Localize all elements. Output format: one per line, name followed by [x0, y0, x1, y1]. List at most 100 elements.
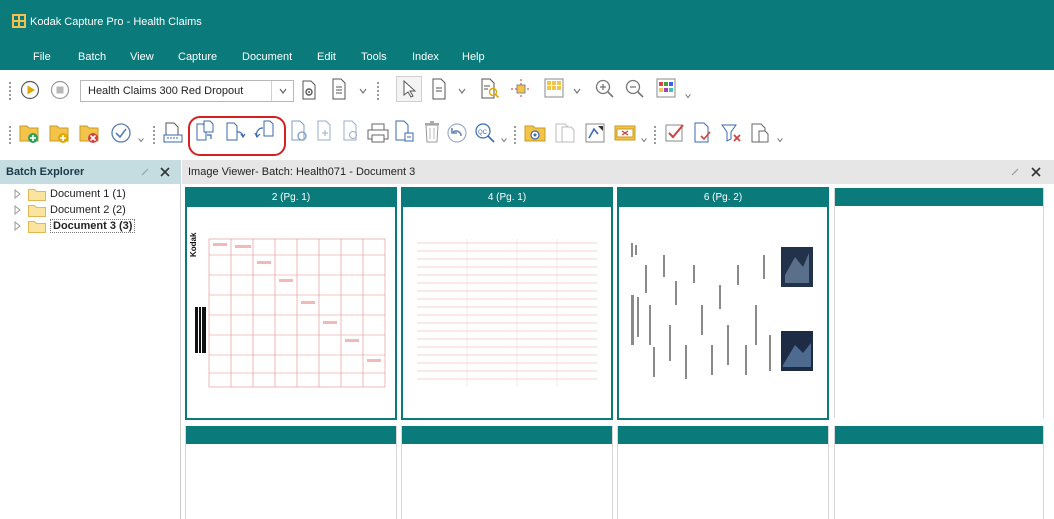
- photo-folder-icon[interactable]: [524, 122, 546, 144]
- menu-index[interactable]: Index: [412, 51, 439, 63]
- trash-icon[interactable]: [422, 120, 442, 144]
- thumbnail-page-2[interactable]: 2 (Pg. 1) Kodak: [185, 187, 397, 420]
- page-copy-icon[interactable]: [554, 122, 576, 144]
- close-icon[interactable]: [160, 167, 170, 177]
- svg-text:QC: QC: [478, 130, 488, 136]
- page-find-icon[interactable]: [342, 120, 362, 144]
- chevron-down-icon[interactable]: [776, 136, 784, 144]
- thumbnail-empty: [401, 426, 613, 519]
- keyboard-scan-icon[interactable]: [162, 122, 184, 144]
- menu-document[interactable]: Document: [242, 51, 292, 63]
- checkbox-checked-icon[interactable]: [664, 122, 686, 144]
- export-document-icon[interactable]: [394, 120, 416, 144]
- document-merge-icon[interactable]: [614, 122, 636, 144]
- menu-capture[interactable]: Capture: [178, 51, 217, 63]
- accident-report-page-image: [623, 235, 823, 391]
- stop-scan-icon[interactable]: [50, 80, 70, 100]
- add-document-icon[interactable]: [18, 122, 40, 144]
- print-icon[interactable]: [366, 122, 390, 144]
- page-setup-settings-icon[interactable]: [300, 80, 318, 100]
- tree-item-label: Document 1 (1): [50, 188, 126, 200]
- thumbnail-caption-empty: [835, 188, 1043, 206]
- check-circle-icon[interactable]: [110, 122, 132, 144]
- thumbnail-page-4[interactable]: 4 (Pg. 1): [401, 187, 613, 420]
- thumbnail-caption-empty: [618, 426, 828, 444]
- folder-icon: [28, 205, 46, 217]
- thumbnail-empty: [185, 426, 397, 519]
- app-icon: [12, 14, 26, 28]
- toolbar-grip: [654, 126, 656, 144]
- tree-item-document-1[interactable]: Document 1 (1): [14, 187, 164, 203]
- image-viewer-header: Image Viewer- Batch: Health071 - Documen…: [182, 160, 1054, 184]
- pin-icon[interactable]: [140, 167, 150, 177]
- tree-item-document-2[interactable]: Document 2 (2): [14, 203, 164, 219]
- zoom-in-icon[interactable]: [594, 78, 616, 100]
- thumbnail-caption: 4 (Pg. 1): [403, 189, 611, 207]
- highlight-annotation: [188, 116, 286, 156]
- tree-item-label-selected: Document 3 (3): [50, 219, 136, 233]
- insert-document-icon[interactable]: [48, 122, 70, 144]
- menu-help[interactable]: Help: [462, 51, 485, 63]
- chevron-down-icon[interactable]: [137, 136, 145, 144]
- toolbar-grip: [9, 82, 11, 100]
- image-viewer-title: Image Viewer- Batch: Health071 - Documen…: [188, 166, 416, 178]
- menu-tools[interactable]: Tools: [361, 51, 387, 63]
- chevron-down-icon[interactable]: [500, 136, 508, 144]
- claim-form-back-page-image: [407, 235, 607, 391]
- menu-edit[interactable]: Edit: [317, 51, 336, 63]
- chevron-down-icon[interactable]: [684, 92, 692, 100]
- tree-item-document-3[interactable]: Document 3 (3): [14, 219, 164, 235]
- page-setup-combo[interactable]: Health Claims 300 Red Dropout: [80, 80, 294, 102]
- delete-document-icon[interactable]: [78, 122, 100, 144]
- claim-form-page-image: [191, 235, 391, 391]
- document-search-icon[interactable]: [480, 78, 500, 100]
- toolbar-grip: [377, 82, 379, 100]
- folder-icon: [28, 189, 46, 201]
- page-search-icon[interactable]: [290, 120, 310, 144]
- page-add-icon[interactable]: [316, 120, 336, 144]
- pin-icon[interactable]: [1010, 167, 1020, 177]
- qc-search-icon[interactable]: QC: [474, 122, 496, 144]
- thumbnail-caption: 2 (Pg. 1): [187, 189, 395, 207]
- menu-view[interactable]: View: [130, 51, 154, 63]
- toolbar-grip: [153, 126, 155, 144]
- page-duplicate-icon[interactable]: [750, 122, 772, 144]
- title-bar: Kodak Capture Pro - Health Claims: [0, 0, 1054, 48]
- menu-batch[interactable]: Batch: [78, 51, 106, 63]
- batch-explorer-title: Batch Explorer: [6, 166, 85, 178]
- thumbnail-empty: [834, 188, 1044, 418]
- batch-explorer-header: Batch Explorer: [0, 160, 181, 184]
- expand-arrow-icon[interactable]: [14, 189, 22, 199]
- chevron-down-icon[interactable]: [457, 86, 467, 96]
- chevron-down-icon[interactable]: [572, 86, 582, 96]
- filter-clear-icon[interactable]: [720, 122, 742, 144]
- expand-arrow-icon[interactable]: [14, 205, 22, 215]
- chevron-down-icon[interactable]: [358, 86, 368, 96]
- menu-file[interactable]: File: [33, 51, 51, 63]
- batch-explorer-panel: Batch Explorer Document 1 (1) Document 2…: [0, 160, 181, 519]
- thumbnail-caption-empty: [402, 426, 612, 444]
- image-edit-icon[interactable]: [584, 122, 606, 144]
- page-setup-dropdown-button[interactable]: [271, 81, 293, 101]
- expand-arrow-icon[interactable]: [14, 221, 22, 231]
- page-verify-icon[interactable]: [692, 122, 714, 144]
- close-icon[interactable]: [1031, 167, 1041, 177]
- select-pointer-icon[interactable]: [396, 76, 422, 102]
- start-scan-icon[interactable]: [20, 80, 40, 100]
- thumbnail-caption-empty: [835, 426, 1043, 444]
- thumbnail-grid-icon[interactable]: [544, 78, 564, 98]
- thumbnail-empty: [834, 426, 1044, 519]
- document-icon[interactable]: [430, 78, 448, 100]
- zoom-out-icon[interactable]: [624, 78, 646, 100]
- folder-icon: [28, 221, 46, 233]
- kodak-logo: Kodak: [189, 232, 198, 257]
- thumbnail-caption: 6 (Pg. 2): [619, 189, 827, 207]
- window-title: Kodak Capture Pro - Health Claims: [30, 16, 202, 28]
- document-setup-icon[interactable]: [330, 78, 348, 100]
- chevron-down-icon: [279, 88, 287, 94]
- chevron-down-icon[interactable]: [640, 136, 648, 144]
- undo-icon[interactable]: [446, 122, 468, 144]
- thumbnail-page-6[interactable]: 6 (Pg. 2): [617, 187, 829, 420]
- color-palette-icon[interactable]: [656, 78, 676, 98]
- crop-center-icon[interactable]: [510, 78, 532, 100]
